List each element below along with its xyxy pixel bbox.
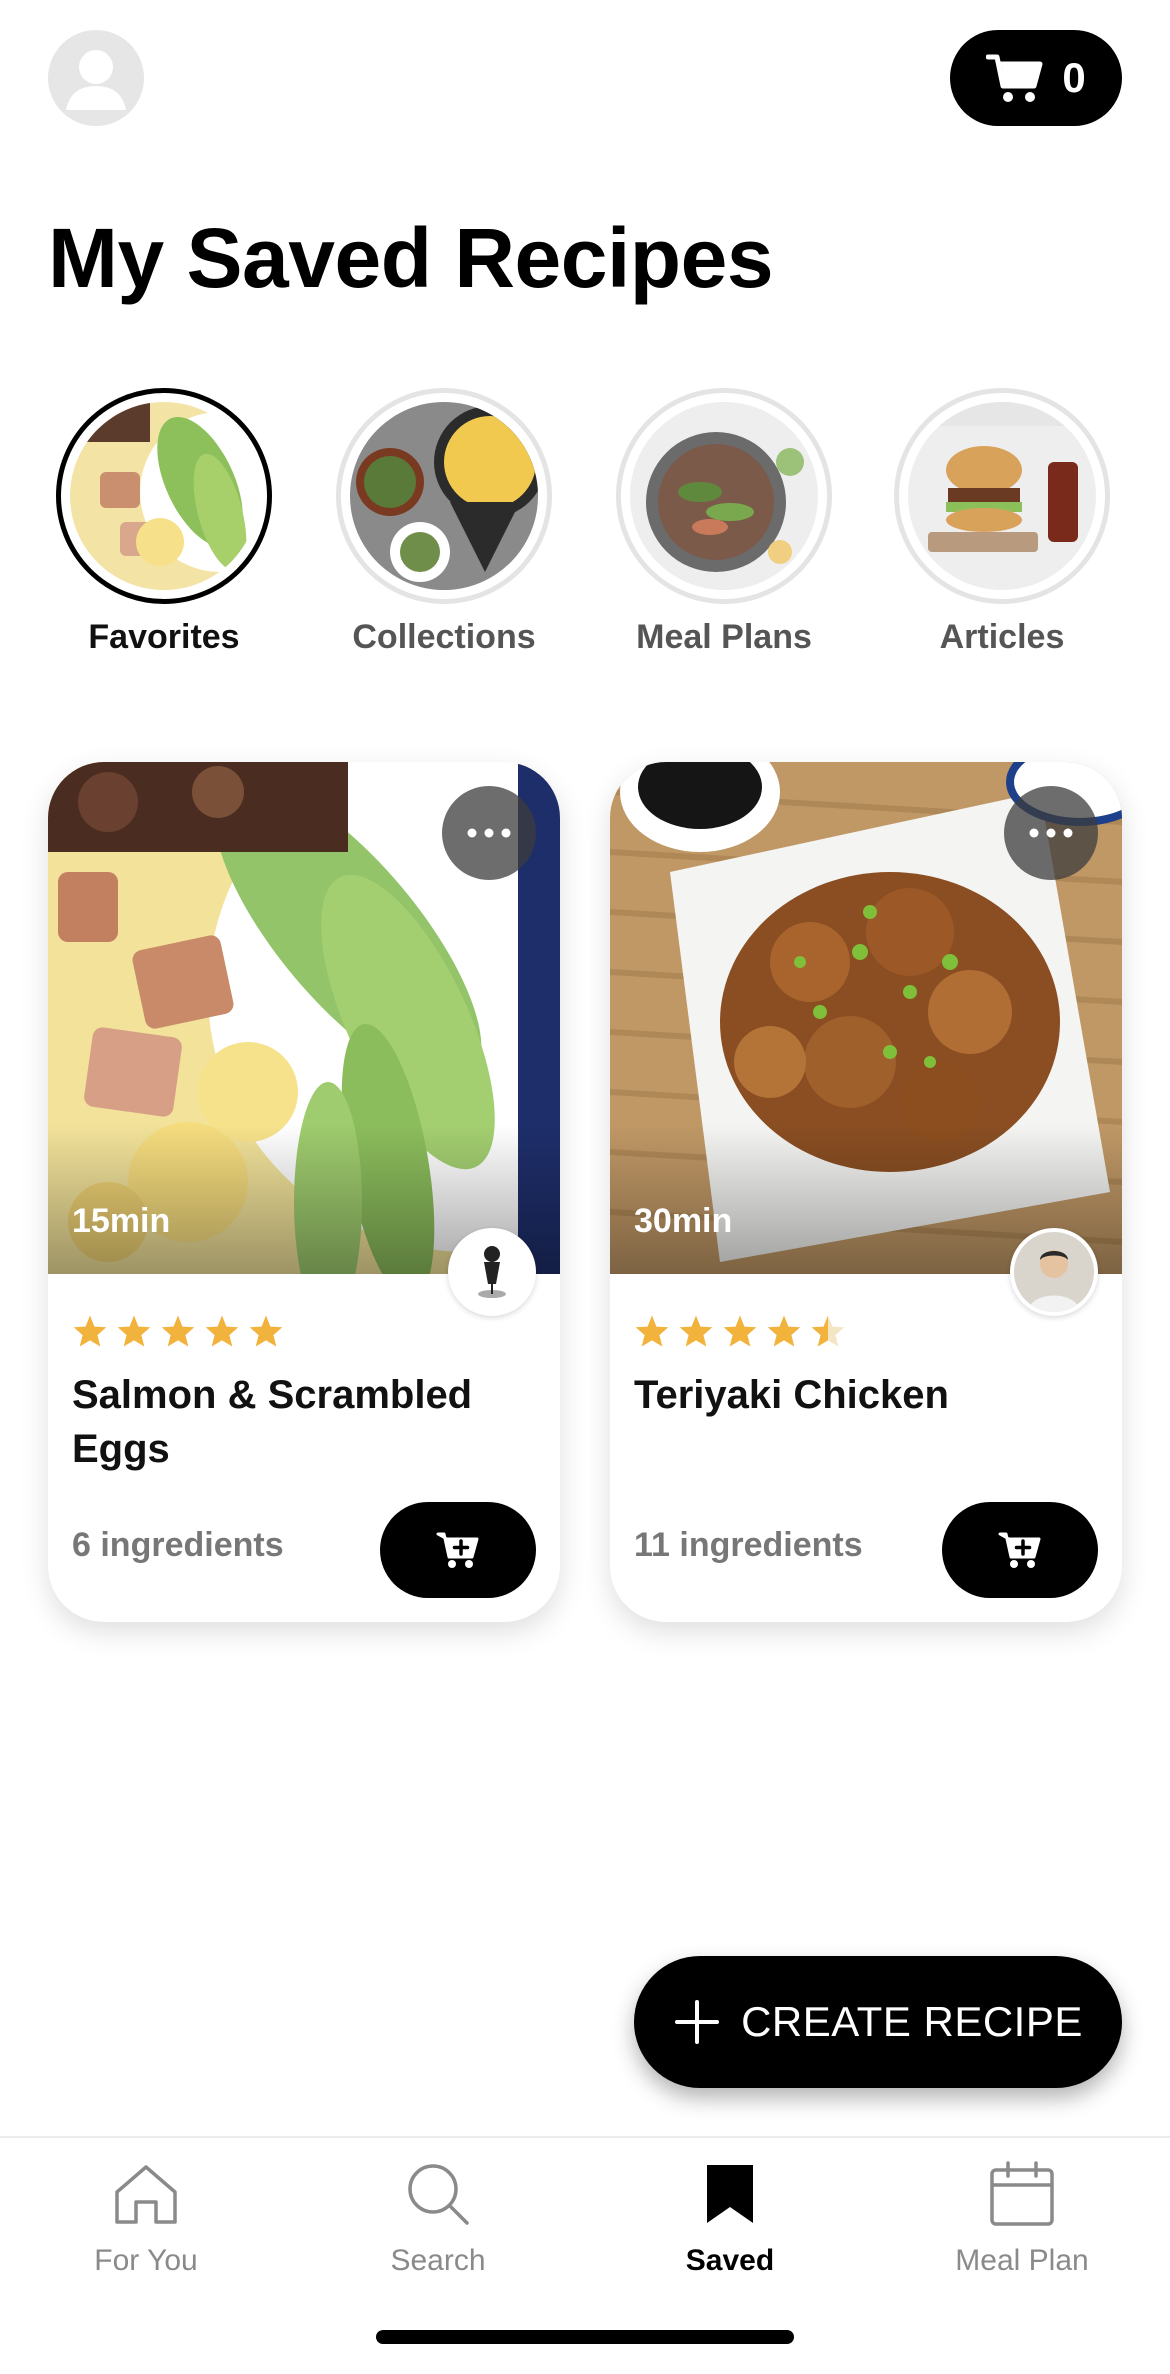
nav-label: Search bbox=[390, 2244, 486, 2277]
star-half-icon bbox=[811, 1315, 845, 1347]
ingredient-count: 11 ingredients bbox=[634, 1526, 863, 1564]
nav-label: For You bbox=[94, 2244, 198, 2277]
plus-icon bbox=[675, 2000, 720, 2044]
home-indicator[interactable] bbox=[376, 2330, 794, 2344]
ingredient-count: 6 ingredients bbox=[72, 1526, 284, 1564]
star-icon bbox=[205, 1315, 239, 1347]
category-label: Collections bbox=[352, 618, 536, 656]
author-avatar[interactable] bbox=[448, 1228, 536, 1316]
nav-label: Saved bbox=[685, 2244, 775, 2277]
star-icon bbox=[73, 1315, 107, 1347]
nav-for-you[interactable]: For You bbox=[0, 2148, 292, 2278]
nav-search[interactable]: Search bbox=[292, 2148, 584, 2278]
author-avatar[interactable] bbox=[1010, 1228, 1098, 1316]
nav-saved[interactable]: Saved bbox=[584, 2148, 876, 2278]
category-articles[interactable]: Articles bbox=[886, 388, 1118, 657]
recipe-card-salmon-scrambled-eggs[interactable]: 15min Salmon & Scrambled Eggs 6 ingredie… bbox=[48, 762, 560, 1622]
star-icon bbox=[767, 1315, 801, 1347]
cook-time: 30min bbox=[634, 1202, 733, 1240]
calendar-icon bbox=[990, 2161, 1054, 2226]
category-collections[interactable]: Collections bbox=[328, 388, 560, 657]
more-dots-icon bbox=[467, 828, 511, 838]
collections-thumbnail bbox=[350, 402, 538, 590]
meal-plans-thumbnail bbox=[630, 402, 818, 590]
category-label: Articles bbox=[939, 618, 1065, 656]
more-options-button[interactable] bbox=[1004, 786, 1098, 880]
more-options-button[interactable] bbox=[442, 786, 536, 880]
rating-stars bbox=[634, 1314, 846, 1348]
user-avatar-icon bbox=[66, 50, 126, 110]
cart-count: 0 bbox=[1062, 54, 1086, 101]
shopping-cart-icon bbox=[986, 54, 1043, 102]
recipe-title: Teriyaki Chicken bbox=[634, 1373, 949, 1417]
add-to-cart-button[interactable] bbox=[942, 1502, 1098, 1598]
category-label: Meal Plans bbox=[636, 618, 812, 656]
add-to-cart-button[interactable] bbox=[380, 1502, 536, 1598]
category-meal-plans[interactable]: Meal Plans bbox=[608, 388, 840, 657]
cart-button[interactable]: 0 bbox=[950, 30, 1122, 126]
search-icon bbox=[408, 2164, 469, 2225]
category-favorites[interactable]: Favorites bbox=[48, 388, 280, 657]
cart-add-icon bbox=[998, 1532, 1041, 1568]
recipe-title: Salmon & Scrambled Eggs bbox=[72, 1373, 473, 1471]
more-dots-icon bbox=[1029, 828, 1073, 838]
cart-add-icon bbox=[436, 1532, 479, 1568]
star-icon bbox=[249, 1315, 283, 1347]
user-avatar[interactable] bbox=[48, 30, 144, 126]
star-icon bbox=[679, 1315, 713, 1347]
nav-meal-plan[interactable]: Meal Plan bbox=[876, 2148, 1168, 2278]
home-icon bbox=[115, 2165, 177, 2224]
page-title: My Saved Recipes bbox=[48, 211, 774, 305]
create-recipe-label: CREATE RECIPE bbox=[741, 1998, 1083, 2045]
rating-stars bbox=[72, 1314, 284, 1348]
star-icon bbox=[635, 1315, 669, 1347]
star-icon bbox=[161, 1315, 195, 1347]
saved-categories: Favorites Collections Meal Plans Article… bbox=[48, 388, 1122, 678]
category-label: Favorites bbox=[88, 618, 240, 656]
articles-thumbnail bbox=[908, 402, 1096, 590]
star-icon bbox=[723, 1315, 757, 1347]
bookmark-icon bbox=[707, 2165, 753, 2223]
cook-time: 15min bbox=[72, 1202, 171, 1240]
recipe-card-teriyaki-chicken[interactable]: 30min Teriyaki Chicken 11 ingredients bbox=[610, 762, 1122, 1622]
star-icon bbox=[117, 1315, 151, 1347]
favorites-thumbnail bbox=[70, 402, 258, 590]
create-recipe-button[interactable]: CREATE RECIPE bbox=[634, 1956, 1122, 2088]
nav-label: Meal Plan bbox=[955, 2244, 1089, 2277]
